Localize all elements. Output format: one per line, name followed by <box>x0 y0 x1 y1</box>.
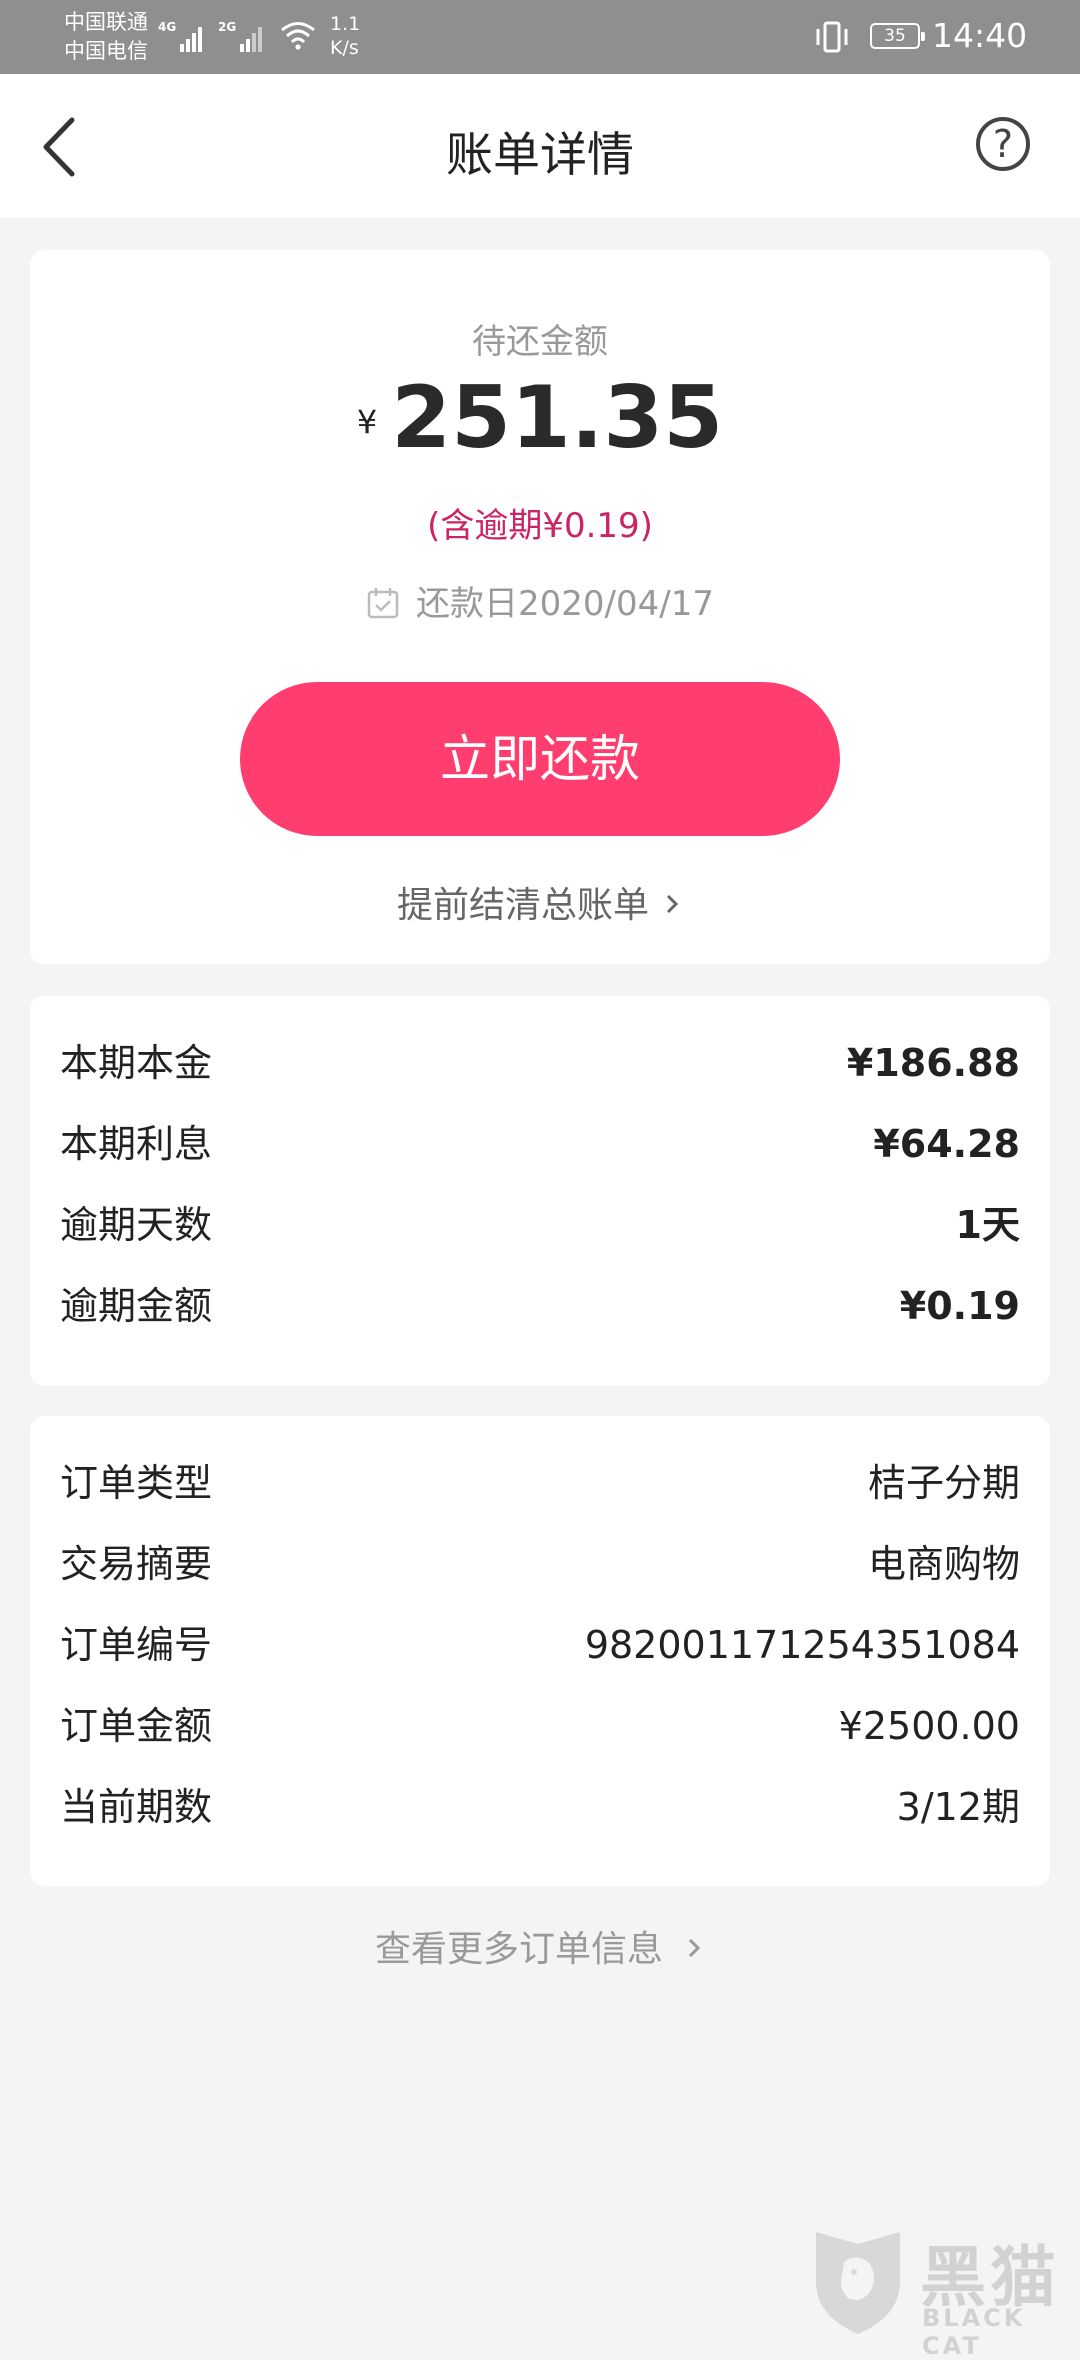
due-amount-label: 待还金额 <box>472 322 608 362</box>
row-value: 1天 <box>955 1203 1020 1247</box>
row-value: ¥0.19 <box>899 1284 1020 1328</box>
network-type-2: 2G <box>218 20 237 34</box>
battery-icon: 35 <box>870 23 925 49</box>
settle-early-link[interactable]: 提前结清总账单 <box>30 876 1050 928</box>
pay-now-button[interactable]: 立即还款 <box>240 682 840 836</box>
row-value: 桔子分期 <box>867 1461 1020 1505</box>
breakdown-row: 逾期天数 1天 <box>60 1185 1020 1266</box>
watermark: 黑猫 BLACK CAT <box>808 2222 1080 2360</box>
row-label: 当前期数 <box>60 1785 213 1829</box>
nav-bar: 账单详情 ? <box>0 74 1080 218</box>
amount-value: 251.35 <box>391 368 724 468</box>
chevron-right-icon <box>666 894 679 914</box>
order-row: 订单金额 ¥2500.00 <box>60 1686 1020 1767</box>
due-date-row: 还款日2020/04/17 <box>30 576 1050 625</box>
chevron-right-icon <box>688 1938 701 1958</box>
watermark-text-en: BLACK CAT <box>922 2304 1026 2360</box>
row-value: 电商购物 <box>867 1542 1020 1586</box>
row-value: ¥64.28 <box>873 1122 1020 1166</box>
carrier-info: 中国联通 中国电信 <box>64 8 148 66</box>
cat-shield-logo-icon <box>816 2232 900 2334</box>
breakdown-row: 逾期金额 ¥0.19 <box>60 1266 1020 1347</box>
settle-early-label: 提前结清总账单 <box>396 885 649 926</box>
help-icon[interactable]: ? <box>976 117 1030 171</box>
breakdown-row: 本期本金 ¥186.88 <box>60 1023 1020 1104</box>
repayment-summary-card: 待还金额 ¥251.35 (含逾期¥0.19) 还款日2020/04/17 立即… <box>30 250 1050 964</box>
wifi-icon <box>281 22 315 50</box>
network-type-1: 4G <box>158 20 177 34</box>
currency-symbol: ¥ <box>356 403 378 441</box>
row-label: 本期利息 <box>60 1122 213 1166</box>
calendar-icon <box>367 588 399 619</box>
more-order-info-label: 查看更多订单信息 <box>374 1929 663 1970</box>
order-row: 订单编号 982001171254351084 <box>60 1605 1020 1686</box>
row-label: 交易摘要 <box>60 1542 213 1586</box>
clock: 14:40 <box>932 16 1028 55</box>
row-value: ¥2500.00 <box>838 1704 1020 1748</box>
row-value: ¥186.88 <box>846 1041 1020 1085</box>
due-date: 还款日2020/04/17 <box>416 584 714 624</box>
order-row: 订单类型 桔子分期 <box>60 1443 1020 1524</box>
order-row: 交易摘要 电商购物 <box>60 1524 1020 1605</box>
page-title: 账单详情 <box>446 128 634 183</box>
bill-breakdown-card: 本期本金 ¥186.88 本期利息 ¥64.28 逾期天数 1天 逾期金额 ¥0… <box>30 996 1050 1386</box>
row-value: 982001171254351084 <box>584 1623 1020 1667</box>
network-speed: 1.1 K/s <box>330 13 361 59</box>
carrier-2: 中国电信 <box>64 39 148 63</box>
order-info-card: 订单类型 桔子分期 交易摘要 电商购物 订单编号 982001171254351… <box>30 1416 1050 1886</box>
row-label: 订单金额 <box>60 1704 213 1748</box>
row-label: 订单编号 <box>60 1623 213 1667</box>
signal-1-icon: 4G <box>158 18 206 52</box>
breakdown-row: 本期利息 ¥64.28 <box>60 1104 1020 1185</box>
row-label: 逾期金额 <box>60 1284 213 1328</box>
vibrate-icon <box>816 21 848 53</box>
order-row: 当前期数 3/12期 <box>60 1767 1020 1848</box>
signal-2-icon: 2G <box>218 18 266 52</box>
row-label: 订单类型 <box>60 1461 213 1505</box>
row-value: 3/12期 <box>896 1785 1020 1829</box>
status-bar: 中国联通 中国电信 4G 2G 1.1 K/s 35 14:40 <box>0 0 1080 74</box>
more-order-info-link[interactable]: 查看更多订单信息 <box>0 1920 1080 1972</box>
due-amount: ¥251.35 <box>30 368 1050 468</box>
carrier-1: 中国联通 <box>64 10 148 34</box>
overdue-note: (含逾期¥0.19) <box>427 506 653 546</box>
row-label: 逾期天数 <box>60 1203 213 1247</box>
row-label: 本期本金 <box>60 1041 213 1085</box>
